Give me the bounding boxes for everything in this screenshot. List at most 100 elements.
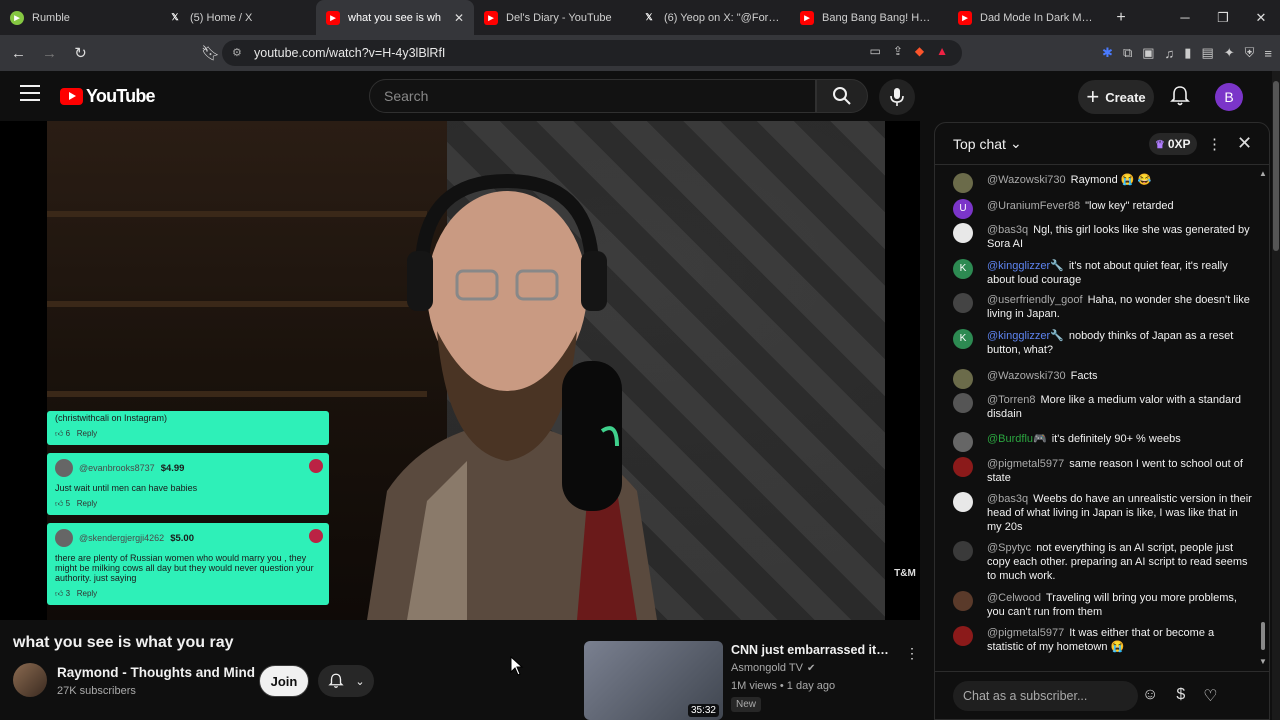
channel-avatar[interactable] xyxy=(13,663,47,697)
browser-tab[interactable]: 𝕏 (5) Home / X xyxy=(158,0,316,35)
scroll-thumb[interactable] xyxy=(1261,622,1265,650)
browser-tab[interactable]: 𝕏 (6) Yeop on X: "@Forsaken xyxy=(632,0,790,35)
page-scroll-thumb[interactable] xyxy=(1273,81,1279,251)
wallet-icon[interactable]: ▤ xyxy=(1201,45,1213,61)
browser-tab[interactable]: ▶ Del's Diary - YouTube xyxy=(474,0,632,35)
hamburger-menu-icon[interactable] xyxy=(20,85,40,101)
chat-username[interactable]: @UraniumFever88 xyxy=(987,200,1080,212)
create-button[interactable]: + Create xyxy=(1078,80,1154,114)
browser-tab[interactable]: ▶ what you see is wh ✕ xyxy=(316,0,474,35)
xp-badge[interactable]: ♛ 0XP xyxy=(1149,133,1197,155)
chat-avatar[interactable]: K xyxy=(953,259,973,279)
chat-username[interactable]: @kingglizzer🔧 xyxy=(987,330,1064,342)
chat-message[interactable]: @pigmetal5977 It was either that or becom… xyxy=(953,626,1253,654)
chat-avatar[interactable] xyxy=(953,393,973,413)
account-avatar[interactable]: B xyxy=(1215,83,1243,111)
voice-search-button[interactable] xyxy=(879,79,915,115)
chat-scrollbar[interactable]: ▲ ▼ xyxy=(1259,167,1267,667)
chat-avatar[interactable] xyxy=(953,369,973,389)
chat-message[interactable]: @Spytyc not everything is an AI script, p… xyxy=(953,541,1253,583)
chat-message[interactable]: @userfriendly_goof Haha, no wonder she do… xyxy=(953,293,1253,321)
search-button[interactable] xyxy=(816,79,868,113)
sidebar-icon[interactable]: ▮ xyxy=(1184,45,1191,61)
bookmark-icon[interactable]: 🔖︎ xyxy=(198,38,223,68)
chat-username[interactable]: @Spytyc xyxy=(987,542,1031,554)
music-icon[interactable]: ♫ xyxy=(1165,46,1175,61)
puzzle-icon[interactable]: ⧉ xyxy=(1123,45,1132,61)
chat-avatar[interactable] xyxy=(953,591,973,611)
chat-username[interactable]: @pigmetal5977 xyxy=(987,627,1064,639)
reload-icon[interactable]: ↻ xyxy=(68,38,93,68)
recommended-title[interactable]: CNN just embarrassed itself... xyxy=(731,643,891,657)
url-field[interactable]: ⚙ youtube.com/watch?v=H-4y3lBlRfI ▭ ⇪ ◆ … xyxy=(222,40,962,66)
youtube-logo[interactable]: YouTube xyxy=(60,86,156,107)
recommended-thumbnail[interactable]: 35:32 xyxy=(584,641,723,720)
chat-avatar[interactable] xyxy=(953,223,973,243)
chat-username[interactable]: @Celwood xyxy=(987,592,1041,604)
page-scrollbar[interactable] xyxy=(1272,71,1280,720)
cast-icon[interactable]: ▭ xyxy=(869,44,880,58)
chat-message[interactable]: @Wazowski730 Facts xyxy=(953,369,1253,389)
chat-username[interactable]: @Burdflu🎮 xyxy=(987,433,1047,445)
chat-username[interactable]: @Torren8 xyxy=(987,394,1035,406)
chat-message[interactable]: U @UraniumFever88 "low key" retarded xyxy=(953,199,1253,219)
recommended-channel[interactable]: Asmongold TV ✔ xyxy=(731,662,815,674)
chat-avatar[interactable]: K xyxy=(953,329,973,349)
chat-message[interactable]: @Wazowski730 Raymond 😭 😂 xyxy=(953,173,1253,193)
emoji-icon[interactable]: ☺ xyxy=(1142,686,1158,706)
chat-message[interactable]: @Celwood Traveling will bring you more pr… xyxy=(953,591,1253,619)
chat-username[interactable]: @bas3q xyxy=(987,493,1028,505)
video-player[interactable]: (christwithcali on Instagram) 👍︎ 6 Reply… xyxy=(0,121,920,620)
browser-tab[interactable]: ▶ Bang Bang Bang! HD - You xyxy=(790,0,948,35)
chat-message[interactable]: K @kingglizzer🔧 nobody thinks of Japan as … xyxy=(953,329,1253,357)
browser-tab[interactable]: ▶ Rumble xyxy=(0,0,158,35)
minimize-icon[interactable]: ─ xyxy=(1166,0,1204,35)
chat-message[interactable]: @bas3q Ngl, this girl looks like she was … xyxy=(953,223,1253,251)
close-tab-icon[interactable]: ✕ xyxy=(454,11,464,25)
back-icon[interactable]: ← xyxy=(6,38,31,68)
channel-watermark[interactable]: T&M xyxy=(888,568,922,596)
extension-icon[interactable]: ✱ xyxy=(1102,45,1113,61)
chat-username[interactable]: @Wazowski730 xyxy=(987,174,1066,186)
chat-avatar[interactable] xyxy=(953,293,973,313)
chat-avatar[interactable]: U xyxy=(953,199,973,219)
chat-message[interactable]: @Torren8 More like a medium valor with a … xyxy=(953,393,1253,421)
chat-message[interactable]: K @kingglizzer🔧 it's not about quiet fear,… xyxy=(953,259,1253,287)
brave-shield-icon[interactable]: ◆ xyxy=(915,44,924,58)
close-window-icon[interactable]: ✕ xyxy=(1242,0,1280,35)
brave-rewards-icon[interactable]: ▲ xyxy=(936,44,948,58)
search-input[interactable]: Search xyxy=(369,79,816,113)
new-tab-icon[interactable]: + xyxy=(1106,9,1136,27)
chat-avatar[interactable] xyxy=(953,432,973,452)
chat-mode-dropdown[interactable]: Top chat ⌄ xyxy=(953,135,1022,152)
chat-messages[interactable]: @Wazowski730 Raymond 😭 😂 U @UraniumFever88 "… xyxy=(935,167,1257,667)
forward-icon[interactable]: → xyxy=(37,38,62,68)
restore-icon[interactable]: ❐ xyxy=(1204,0,1242,35)
chat-username[interactable]: @userfriendly_goof xyxy=(987,294,1083,306)
chat-username[interactable]: @kingglizzer🔧 xyxy=(987,260,1064,272)
vpn-icon[interactable]: ⛨ xyxy=(1245,45,1255,61)
scroll-up-icon[interactable]: ▲ xyxy=(1259,169,1267,178)
browser-tab[interactable]: ▶ Dad Mode In Dark Mode xyxy=(948,0,1106,35)
super-thanks-icon[interactable]: ♡ xyxy=(1203,686,1217,706)
notifications-bell-icon[interactable] xyxy=(1168,84,1192,108)
chat-username[interactable]: @pigmetal5977 xyxy=(987,458,1064,470)
chat-menu-icon[interactable]: ⋮ xyxy=(1207,135,1222,153)
chat-message[interactable]: @bas3q Weebs do have an unrealistic versi… xyxy=(953,492,1253,534)
menu-icon[interactable]: ≡ xyxy=(1264,46,1272,61)
chat-avatar[interactable] xyxy=(953,173,973,193)
join-button[interactable]: Join xyxy=(259,665,309,697)
chat-message[interactable]: @Burdflu🎮 it's definitely 90+ % weebs xyxy=(953,432,1253,452)
channel-name[interactable]: Raymond - Thoughts and Mind xyxy=(57,665,255,680)
chat-username[interactable]: @bas3q xyxy=(987,224,1028,236)
super-chat-icon[interactable]: $ xyxy=(1176,686,1185,706)
scroll-down-icon[interactable]: ▼ xyxy=(1259,657,1267,666)
chat-avatar[interactable] xyxy=(953,457,973,477)
chat-message[interactable]: @pigmetal5977 same reason I went to schoo… xyxy=(953,457,1253,485)
screenshot-icon[interactable]: ▣ xyxy=(1142,45,1154,61)
chat-username[interactable]: @Wazowski730 xyxy=(987,370,1066,382)
close-chat-icon[interactable]: ✕ xyxy=(1237,133,1252,154)
leo-icon[interactable]: ✦ xyxy=(1224,45,1235,61)
more-options-icon[interactable]: ⋮ xyxy=(905,645,919,662)
chat-avatar[interactable] xyxy=(953,541,973,561)
